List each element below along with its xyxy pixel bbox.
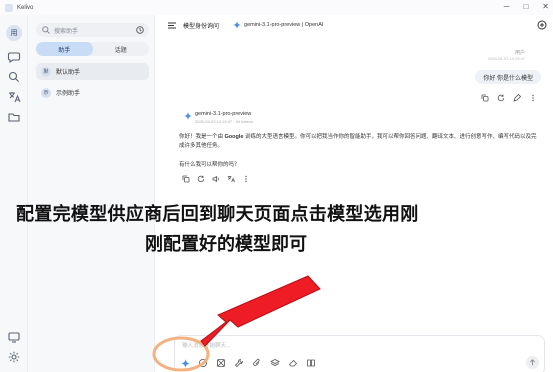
tab-assistants[interactable]: 助手 [36, 42, 93, 56]
ai-text-bold: Google [224, 134, 244, 140]
book-icon[interactable] [306, 358, 316, 368]
model-selector[interactable]: gemini-3.1-pro-preview | OpenAI [233, 21, 323, 29]
user-message-label: 用户 [514, 50, 525, 56]
annotation-text-line1: 配置完模型供应商后回到聊天页面点击模型选用刚 [16, 204, 419, 225]
speaker-icon[interactable] [212, 175, 220, 183]
ai-message-actions [182, 175, 250, 183]
ai-message-question: 有什么我可以帮你的吗？ [179, 162, 240, 168]
assistant-item-example[interactable]: 示 示例助手 [36, 84, 149, 101]
send-button[interactable] [526, 356, 539, 369]
chat-main: 模型身份询问 gemini-3.1-pro-preview | OpenAI 用… [155, 15, 553, 372]
close-button[interactable]: ✕ [542, 2, 549, 11]
gemini-spark-icon [180, 358, 190, 368]
arrow-up-icon [530, 359, 535, 366]
user-avatar[interactable]: 用 [6, 25, 22, 41]
chat-topbar: 模型身份询问 gemini-3.1-pro-preview | OpenAI [155, 15, 553, 35]
left-rail: 用 [0, 15, 28, 372]
eraser-icon[interactable] [288, 358, 298, 368]
settings-gear-icon[interactable] [7, 350, 21, 364]
translate-icon[interactable] [7, 90, 21, 104]
minimize-button[interactable]: ─ [504, 2, 510, 11]
edit-icon[interactable] [513, 94, 521, 102]
folder-icon[interactable] [7, 110, 21, 124]
chat-icon[interactable] [7, 50, 21, 64]
assistant-avatar: 示 [41, 87, 51, 98]
gemini-spark-icon [184, 112, 192, 120]
search-placeholder: 搜索助手 [54, 28, 79, 35]
user-message-bubble: 你好 你是什么模型 [475, 70, 541, 84]
layers-icon[interactable] [270, 358, 280, 368]
ai-message-meta: 2026-04-03 14:19:47 · 94 tokens [195, 119, 254, 124]
annotation-text-line2: 刚配置好的模型即可 [145, 234, 307, 255]
message-input-placeholder: 输入消息开始聊天... [182, 343, 231, 349]
regenerate-icon[interactable] [197, 175, 205, 183]
user-message-actions [481, 94, 537, 102]
ai-text-pre: 你好！我是一个由 [179, 134, 225, 140]
assistant-item-default[interactable]: 默 默认助手 [36, 63, 149, 80]
ai-message-text: 你好！我是一个由 Google 训练的大型语言模型。你可以把我当作你的智能助手，… [179, 133, 539, 151]
message-input-box[interactable]: 输入消息开始聊天... [174, 335, 545, 372]
assistant-avatar: 默 [41, 66, 51, 77]
window-controls: ─ □ ✕ [504, 2, 549, 11]
model-name: gemini-3.1-pro-preview | OpenAI [244, 22, 324, 28]
model-select-button[interactable] [180, 358, 190, 368]
search-icon [42, 26, 50, 34]
reasoning-icon[interactable] [198, 358, 208, 368]
copy-icon[interactable] [182, 175, 190, 183]
user-message-time: 2026-04-03 14:19:47 [487, 56, 525, 61]
assistant-search-box[interactable]: 搜索助手 [36, 23, 149, 37]
input-toolbar [180, 358, 316, 368]
sidebar-tabs: 助手 话题 [36, 42, 149, 56]
more-icon[interactable] [242, 175, 250, 183]
window-titlebar: Kelivo ─ □ ✕ [0, 0, 553, 15]
mcp-icon[interactable] [216, 358, 226, 368]
translate-icon[interactable] [227, 175, 235, 183]
attachment-icon[interactable] [252, 358, 262, 368]
gemini-spark-icon [233, 21, 242, 29]
app-logo-icon [5, 3, 13, 12]
tools-wrench-icon[interactable] [234, 358, 244, 368]
menu-icon[interactable] [167, 20, 177, 30]
new-chat-icon[interactable] [537, 20, 547, 30]
assistant-sidebar: 搜索助手 助手 话题 默 默认助手 示 示例助手 [28, 15, 155, 372]
tab-topics[interactable]: 话题 [93, 42, 150, 56]
maximize-button[interactable]: □ [523, 2, 528, 11]
app-name: Kelivo [17, 4, 34, 11]
monitor-icon[interactable] [7, 330, 21, 344]
assistant-name: 默认助手 [56, 70, 81, 76]
history-icon[interactable] [135, 25, 145, 35]
copy-icon[interactable] [481, 94, 489, 102]
more-icon[interactable] [529, 94, 537, 102]
assistant-name: 示例助手 [56, 91, 81, 97]
regenerate-icon[interactable] [497, 94, 505, 102]
ai-model-name: gemini-3.1-pro-preview [195, 111, 252, 117]
search-icon[interactable] [7, 70, 21, 84]
chat-title[interactable]: 模型身份询问 [183, 21, 219, 30]
